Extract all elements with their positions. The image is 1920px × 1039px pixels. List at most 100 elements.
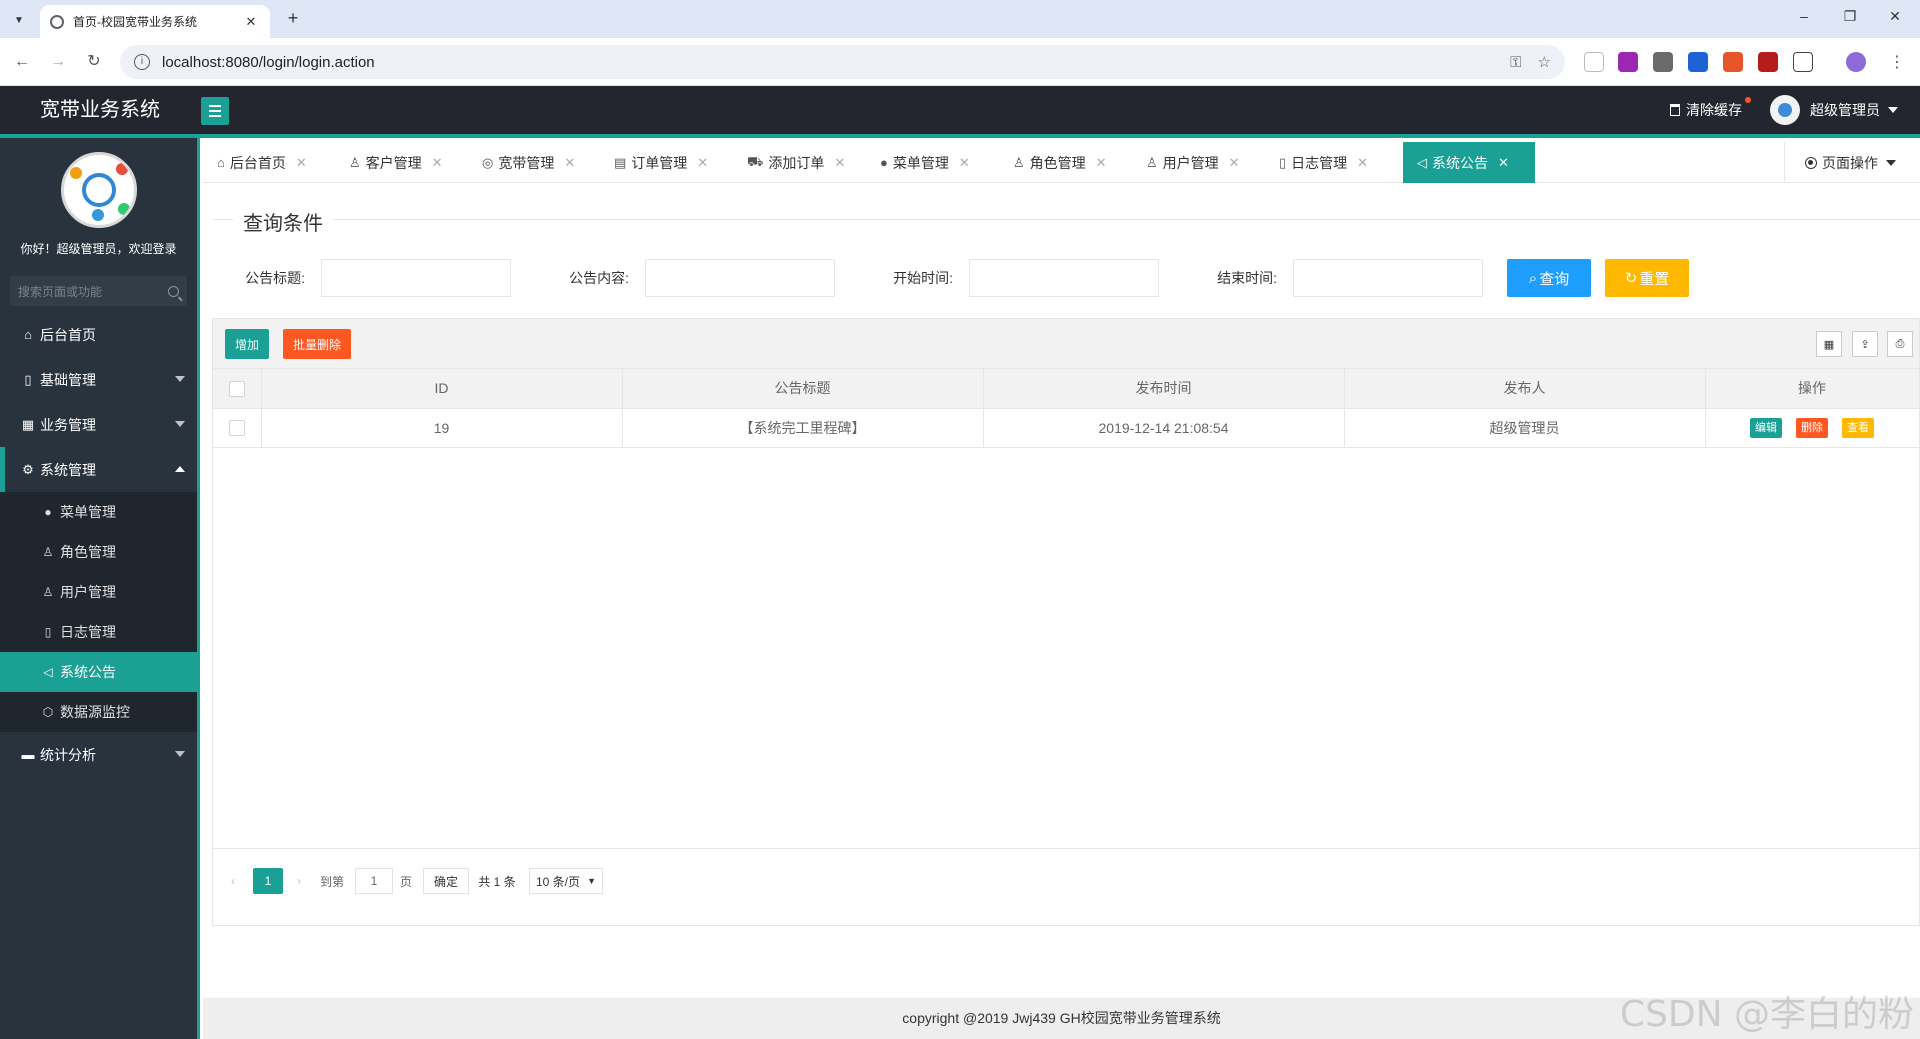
sidebar-item-home[interactable]: ⌂ 后台首页 — [0, 312, 197, 357]
cell-title: 【系统完工里程碑】 — [622, 408, 984, 448]
profile-avatar-icon[interactable] — [1846, 52, 1866, 72]
sidebar-subitem-user[interactable]: ♙ 用户管理 — [0, 572, 197, 612]
tab-close-icon[interactable]: ✕ — [1229, 155, 1240, 171]
extensions-puzzle-icon[interactable] — [1793, 52, 1813, 72]
key-icon[interactable]: ⚿ — [1510, 54, 1521, 71]
column-header[interactable]: 公告标题 — [622, 369, 984, 409]
sidebar-subitem-log[interactable]: ▯ 日志管理 — [0, 612, 197, 652]
browser-menu-icon[interactable]: ⋮ — [1886, 52, 1908, 74]
print-icon[interactable]: ⎙ — [1887, 331, 1913, 357]
view-button[interactable]: 查看 — [1842, 417, 1874, 438]
menu-toggle-button[interactable] — [201, 97, 229, 125]
cube-icon: ⬡ — [42, 705, 54, 719]
tab-close-icon[interactable]: ✕ — [1096, 155, 1107, 171]
close-tab-icon[interactable]: ✕ — [242, 14, 260, 30]
tab-search-chevron-icon[interactable]: ▼ — [8, 9, 30, 31]
tab-log[interactable]: ▯ 日志管理 ✕ — [1265, 142, 1385, 183]
sidebar-item-business[interactable]: ▦ 业务管理 — [0, 402, 197, 447]
prev-page-icon[interactable]: ‹ — [225, 868, 241, 894]
extension-purple-icon[interactable] — [1618, 52, 1638, 72]
page-1-button[interactable]: 1 — [253, 868, 283, 894]
url-text[interactable]: localhost:8080/login/login.action — [162, 54, 1494, 71]
tab-role[interactable]: ♙ 角色管理 ✕ — [999, 142, 1119, 183]
tab-label: 角色管理 — [1029, 154, 1086, 171]
tab-close-icon[interactable]: ✕ — [296, 155, 307, 171]
end-time-input[interactable] — [1293, 259, 1483, 297]
page-ops-label: 页面操作 — [1822, 154, 1878, 171]
tab-close-icon[interactable]: ✕ — [432, 155, 443, 171]
tab-close-icon[interactable]: ✕ — [564, 155, 575, 171]
row-checkbox[interactable] — [228, 420, 245, 437]
sidebar-subitem-role[interactable]: ♙ 角色管理 — [0, 532, 197, 572]
extension-blue-icon[interactable] — [1688, 52, 1708, 72]
tab-broadband[interactable]: ◎ 宽带管理 ✕ — [468, 142, 588, 183]
tab-close-icon[interactable]: ✕ — [959, 155, 970, 171]
column-header[interactable]: 发布时间 — [983, 369, 1345, 409]
reset-button[interactable]: ↻ 重置 — [1605, 259, 1689, 297]
sidebar-subitem-datasource[interactable]: ⬡ 数据源监控 — [0, 692, 197, 732]
extension-ublock-icon[interactable] — [1758, 52, 1778, 72]
caret-down-icon[interactable] — [1888, 107, 1898, 113]
add-button[interactable]: 增加 — [225, 329, 269, 359]
confirm-page-button[interactable]: 确定 — [423, 868, 469, 894]
forward-arrow-icon[interactable]: → — [47, 51, 69, 73]
column-header[interactable]: 发布人 — [1344, 369, 1706, 409]
back-arrow-icon[interactable]: ← — [11, 51, 33, 73]
sidebar-search-input[interactable]: 搜索页面或功能 — [10, 276, 187, 306]
site-info-icon[interactable]: i — [134, 54, 150, 70]
tab-close-icon[interactable]: ✕ — [834, 155, 845, 171]
title-label: 公告标题: — [245, 270, 305, 286]
tab-home[interactable]: ⌂ 后台首页 ✕ — [203, 142, 323, 183]
column-header[interactable]: ID — [261, 369, 623, 409]
row-select-cell — [213, 408, 262, 448]
sidebar-subitem-menu[interactable]: ● 菜单管理 — [0, 492, 197, 532]
window-close-button[interactable]: ✕ — [1883, 8, 1907, 25]
sidebar-subitem-notice[interactable]: ◁ 系统公告 — [0, 652, 197, 692]
minimize-button[interactable]: – — [1792, 8, 1816, 24]
extension-cursor-icon[interactable] — [1584, 52, 1604, 72]
select-all-checkbox[interactable] — [228, 380, 245, 397]
sidebar-item-basic[interactable]: ▯ 基础管理 — [0, 357, 197, 402]
delete-button[interactable]: 删除 — [1796, 417, 1828, 438]
start-time-input[interactable] — [969, 259, 1159, 297]
tab-notice[interactable]: ◁ 系统公告 ✕ — [1403, 142, 1535, 183]
url-bar[interactable]: i localhost:8080/login/login.action ⚿ ☆ — [120, 45, 1565, 79]
reload-icon[interactable]: ↻ — [83, 51, 105, 73]
page-ops-dropdown[interactable]: 页面操作 — [1784, 142, 1920, 183]
goto-label: 到第 — [319, 874, 344, 889]
per-page-select[interactable]: 10 条/页 ▼ — [529, 868, 603, 894]
sidebar-item-stats[interactable]: ▬ 统计分析 — [0, 732, 197, 777]
bookmark-star-icon[interactable]: ☆ — [1538, 53, 1551, 71]
tab-customer[interactable]: ♙ 客户管理 ✕ — [335, 142, 455, 183]
title-input[interactable] — [321, 259, 511, 297]
tab-order[interactable]: ▤ 订单管理 ✕ — [600, 142, 720, 183]
search-icon[interactable] — [168, 285, 179, 297]
extension-gray-icon[interactable] — [1653, 52, 1673, 72]
next-page-icon[interactable]: › — [291, 868, 307, 894]
sidebar-item-system[interactable]: ⚙ 系统管理 — [0, 447, 197, 492]
main-content: 查询条件 公告标题: 公告内容: 开始时间: 结束时间: ⌕ 查询 ↻ 重置 增加 … — [203, 183, 1920, 1039]
tab-add-order[interactable]: ⛟ 添加订单 ✕ — [733, 142, 853, 183]
clear-cache-button[interactable]: 清除缓存 — [1670, 97, 1751, 120]
sidebar-item-label: 业务管理 — [40, 416, 96, 433]
tab-user[interactable]: ♙ 用户管理 ✕ — [1132, 142, 1252, 183]
tab-menu[interactable]: ● 菜单管理 ✕ — [866, 142, 986, 183]
user-avatar[interactable] — [1770, 95, 1800, 125]
user-name[interactable]: 超级管理员 — [1810, 100, 1880, 120]
batch-delete-button[interactable]: 批量删除 — [283, 329, 351, 359]
tab-close-icon[interactable]: ✕ — [697, 155, 708, 171]
tab-label: 日志管理 — [1291, 154, 1348, 171]
new-tab-button[interactable]: + — [282, 8, 304, 29]
restore-button[interactable]: ❐ — [1838, 8, 1862, 25]
tab-close-icon[interactable]: ✕ — [1357, 155, 1368, 171]
content-input[interactable] — [645, 259, 835, 297]
search-button[interactable]: ⌕ 查询 — [1507, 259, 1591, 297]
columns-icon[interactable]: ▦ — [1816, 331, 1842, 357]
page-number-input[interactable]: 1 — [355, 868, 393, 894]
export-icon[interactable]: ⇪ — [1852, 331, 1878, 357]
home-icon: ⌂ — [24, 327, 32, 342]
edit-button[interactable]: 编辑 — [1750, 417, 1782, 438]
tab-close-icon[interactable]: ✕ — [1498, 155, 1509, 171]
extension-orange-icon[interactable] — [1723, 52, 1743, 72]
browser-tab[interactable]: 首页-校园宽带业务系统 ✕ — [40, 5, 270, 38]
